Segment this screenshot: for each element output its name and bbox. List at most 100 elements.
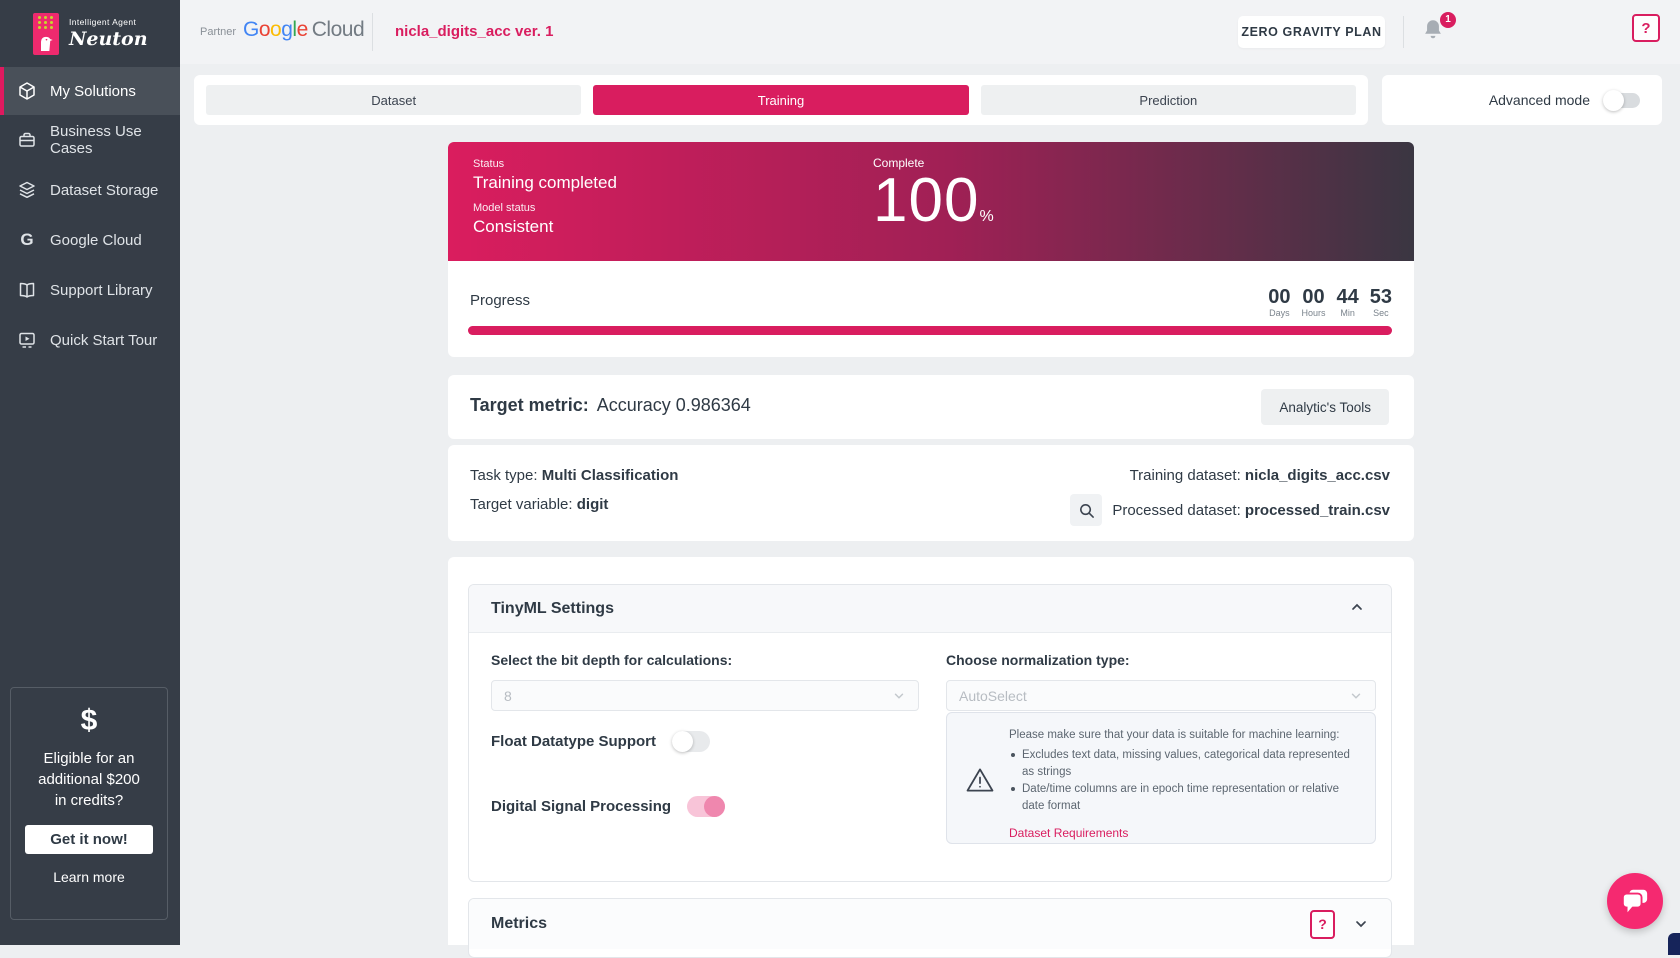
layers-icon	[17, 180, 37, 200]
tab-prediction[interactable]: Prediction	[981, 85, 1356, 115]
warning-intro: Please make sure that your data is suita…	[1009, 727, 1361, 744]
sidebar-item-quick-start-tour[interactable]: Quick Start Tour	[0, 315, 180, 365]
complete-value: 100%	[873, 170, 995, 248]
sidebar-item-label: Business Use Cases	[50, 123, 180, 157]
timer-sec-label: Sec	[1370, 308, 1392, 318]
help-button[interactable]: ?	[1632, 14, 1660, 42]
sidebar-item-label: Dataset Storage	[50, 182, 158, 199]
sidebar-item-label: Quick Start Tour	[50, 332, 157, 349]
advanced-mode-toggle[interactable]	[1604, 93, 1640, 108]
notifications-button[interactable]: 1	[1420, 16, 1454, 50]
chevron-down-icon	[892, 689, 906, 703]
timer-days-value: 00	[1268, 287, 1290, 307]
chevron-up-icon	[1349, 599, 1365, 615]
warning-bullet: Date/time columns are in epoch time repr…	[1009, 781, 1361, 815]
target-metric-text: Target metric:Accuracy 0.986364	[470, 395, 751, 416]
sidebar-item-label: My Solutions	[50, 83, 136, 100]
progress-bar	[468, 326, 1392, 335]
sidebar: Intelligent Agent Neuton My Solutions Bu…	[0, 0, 180, 945]
progress-card: Progress 00Days 00Hours 44Min 53Sec	[448, 261, 1414, 357]
status-value: Training completed	[473, 173, 617, 193]
warning-icon	[965, 766, 995, 794]
workflow-tabs: Dataset Training Prediction	[194, 75, 1368, 125]
target-variable-row: Target variable: digit	[470, 496, 608, 513]
sidebar-item-support-library[interactable]: Support Library	[0, 265, 180, 315]
model-status-label: Model status	[473, 202, 535, 214]
bit-depth-value: 8	[504, 688, 512, 704]
collapse-button[interactable]	[1345, 595, 1369, 622]
normalization-select[interactable]: AutoSelect	[946, 680, 1376, 711]
task-type-value: Multi Classification	[542, 467, 679, 484]
sidebar-nav: My Solutions Business Use Cases Dataset …	[0, 67, 180, 365]
sidebar-item-label: Support Library	[50, 282, 153, 299]
target-metric-label: Target metric:	[470, 395, 589, 415]
float-datatype-toggle[interactable]	[672, 731, 710, 752]
chevron-down-icon	[1349, 689, 1363, 703]
learn-more-link[interactable]: Learn more	[11, 869, 167, 885]
training-status-card: Status Training completed Model status C…	[448, 142, 1414, 261]
neuton-logo-icon	[33, 13, 59, 55]
sidebar-item-dataset-storage[interactable]: Dataset Storage	[0, 165, 180, 215]
tinyml-settings-title: TinyML Settings	[491, 600, 614, 618]
tab-training[interactable]: Training	[593, 85, 968, 115]
model-status-value: Consistent	[473, 217, 553, 237]
tab-dataset[interactable]: Dataset	[206, 85, 581, 115]
search-icon	[1078, 502, 1095, 519]
target-variable-value: digit	[577, 496, 609, 513]
dsp-toggle[interactable]	[687, 796, 725, 817]
sidebar-item-business-use-cases[interactable]: Business Use Cases	[0, 115, 180, 165]
training-dataset-value: nicla_digits_acc.csv	[1245, 467, 1390, 484]
chat-bubbles-icon	[1620, 887, 1650, 915]
timer-min-value: 44	[1337, 287, 1359, 307]
analytics-tools-button[interactable]: Analytic's Tools	[1261, 389, 1389, 425]
sidebar-item-label: Google Cloud	[50, 232, 142, 249]
credits-promo-card: $ Eligible for an additional $200 in cre…	[10, 687, 168, 920]
dollar-icon: $	[11, 704, 167, 738]
warning-bullets: Excludes text data, missing values, cate…	[1009, 747, 1361, 815]
training-dataset-row: Training dataset: nicla_digits_acc.csv	[1130, 467, 1390, 484]
sidebar-item-google-cloud[interactable]: G Google Cloud	[0, 215, 180, 265]
target-metric-card: Target metric:Accuracy 0.986364 Analytic…	[448, 375, 1414, 439]
processed-dataset-row: Processed dataset: processed_train.csv	[1070, 494, 1390, 526]
bit-depth-select[interactable]: 8	[491, 680, 919, 711]
normalization-label: Choose normalization type:	[946, 652, 1130, 668]
timer-hours-label: Hours	[1301, 308, 1325, 318]
timer-sec-value: 53	[1370, 287, 1392, 307]
google-g-icon: G	[17, 230, 37, 250]
sidebar-item-my-solutions[interactable]: My Solutions	[0, 67, 180, 115]
data-suitability-warning: Please make sure that your data is suita…	[946, 712, 1376, 844]
progress-label: Progress	[470, 292, 530, 309]
dsp-row: Digital Signal Processing	[491, 796, 725, 817]
divider	[1403, 16, 1404, 48]
project-title: nicla_digits_acc ver. 1	[395, 23, 553, 40]
google-cloud-logo: GoogleCloud	[243, 18, 364, 42]
plan-button[interactable]: ZERO GRAVITY PLAN	[1238, 16, 1385, 48]
processed-dataset-text: Processed dataset: processed_train.csv	[1112, 502, 1390, 519]
top-bar: Partner GoogleCloud nicla_digits_acc ver…	[180, 0, 1680, 64]
metrics-panel: Metrics ?	[468, 898, 1392, 958]
chevron-down-icon[interactable]	[1353, 916, 1369, 932]
task-type-row: Task type: Multi Classification	[470, 467, 678, 484]
timer-min-label: Min	[1337, 308, 1359, 318]
training-timer: 00Days 00Hours 44Min 53Sec	[1268, 287, 1392, 318]
metrics-title: Metrics	[491, 915, 1310, 933]
neuton-logo[interactable]: Intelligent Agent Neuton	[0, 0, 180, 67]
brand-name: Neuton	[69, 28, 148, 50]
timer-hours-value: 00	[1301, 287, 1325, 307]
tinyml-settings-panel: TinyML Settings Select the bit depth for…	[468, 584, 1392, 882]
promo-text: Eligible for an additional $200 in credi…	[11, 748, 167, 811]
dataset-requirements-link[interactable]: Dataset Requirements	[1009, 825, 1128, 842]
tinyml-settings-header[interactable]: TinyML Settings	[469, 585, 1391, 633]
preview-dataset-button[interactable]	[1070, 494, 1102, 526]
advanced-mode-card: Advanced mode	[1382, 75, 1662, 125]
brand-tagline: Intelligent Agent	[69, 17, 148, 27]
advanced-mode-label: Advanced mode	[1489, 92, 1590, 108]
warning-bullet: Excludes text data, missing values, cate…	[1009, 747, 1361, 781]
get-it-now-button[interactable]: Get it now!	[25, 825, 153, 854]
progress-bar-fill	[468, 326, 1392, 335]
chat-widget-button[interactable]	[1607, 873, 1663, 929]
dsp-label: Digital Signal Processing	[491, 798, 671, 815]
metrics-header[interactable]: Metrics ?	[469, 899, 1391, 949]
metrics-help-button[interactable]: ?	[1310, 910, 1335, 939]
bit-depth-label: Select the bit depth for calculations:	[491, 652, 732, 668]
